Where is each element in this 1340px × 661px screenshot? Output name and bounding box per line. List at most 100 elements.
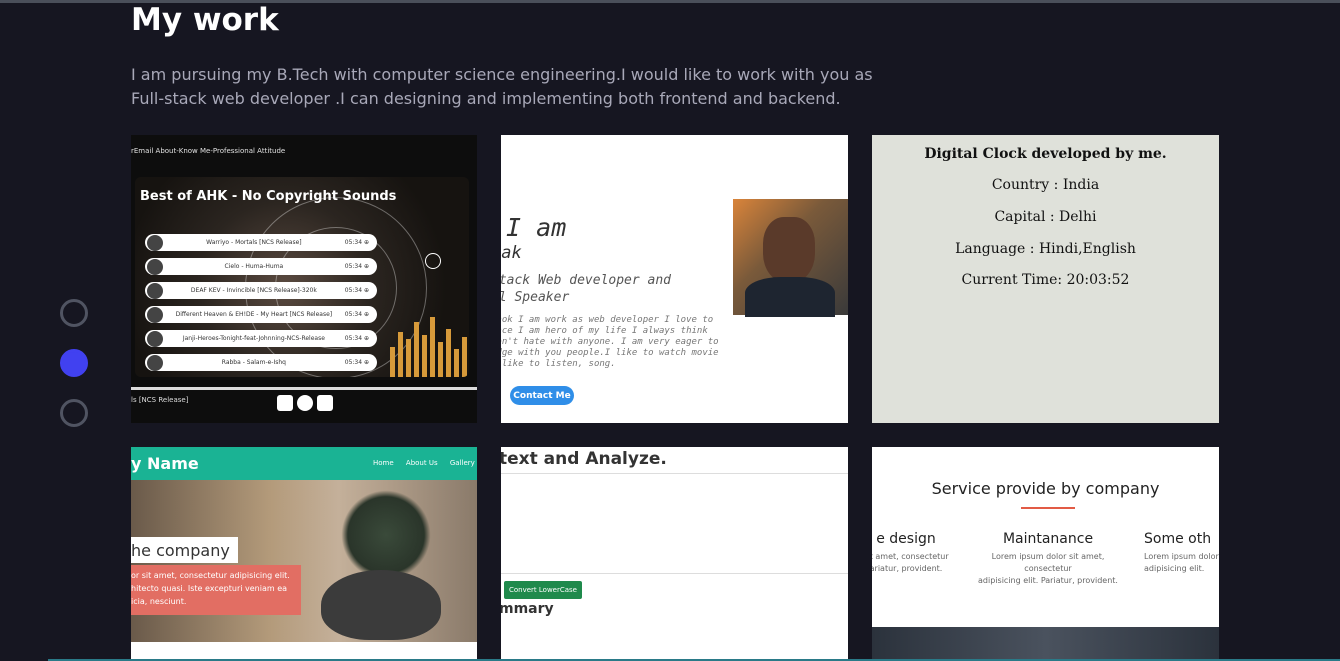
section-title: My work <box>131 2 279 38</box>
menu-item-about[interactable]: About Us <box>406 459 438 467</box>
track-time: 05:34 ⊕ <box>344 359 369 366</box>
section-description: I am pursuing my B.Tech with computer sc… <box>131 63 891 111</box>
previous-icon[interactable] <box>277 395 293 411</box>
company-menu: Home About Us Gallery <box>373 459 477 467</box>
track-item[interactable]: Different Heaven & EH!DE - My Heart [NCS… <box>145 306 377 323</box>
intro-line: icia, nesciunt. <box>131 597 187 606</box>
summary-heading: mmary <box>501 601 554 617</box>
project-card-text-analyzer[interactable]: text and Analyze. Convert LowerCase mmar… <box>501 447 848 661</box>
project-card-portfolio[interactable]: ,I am hak stack Web developer and al Spe… <box>501 135 848 423</box>
carousel-dot-1[interactable] <box>60 299 88 327</box>
music-player-panel: Best of AHK - No Copyright Sounds Warriy… <box>135 177 469 377</box>
track-time: 05:34 ⊕ <box>344 287 369 294</box>
service-title: Some oth <box>1144 531 1212 547</box>
photo-body <box>745 277 835 317</box>
contact-me-button[interactable]: Contact Me <box>510 386 574 405</box>
equalizer-graphic <box>390 307 469 377</box>
track-time: 05:34 ⊕ <box>344 335 369 342</box>
next-icon[interactable] <box>317 395 333 411</box>
track-name: Rabba - Salam-e-Ishq <box>221 359 286 366</box>
track-avatar <box>147 258 163 275</box>
track-item[interactable]: Warriyo - Mortals [NCS Release] 05:34 ⊕ <box>145 234 377 251</box>
play-icon[interactable] <box>297 395 313 411</box>
clock-capital: Capital : Delhi <box>994 209 1097 225</box>
project-nav: rEmail About-Know Me-Professional Attitu… <box>131 147 286 155</box>
clock-country: Country : India <box>991 177 1100 193</box>
analyzer-heading: text and Analyze. <box>501 449 667 469</box>
company-header: y Name Home About Us Gallery <box>131 447 477 480</box>
player-controls <box>277 395 333 411</box>
track-avatar <box>147 234 163 251</box>
track-time: 05:34 ⊕ <box>344 263 369 270</box>
clock-language: Language : Hindi,English <box>955 241 1136 257</box>
para-line: thok I am work as web developer I love t… <box>501 315 714 325</box>
track-item[interactable]: Janji-Heroes-Tonight-feat-Johnning-NCS-R… <box>145 330 377 347</box>
photo-face <box>763 217 815 283</box>
description-line: Full-stack web developer .I can designin… <box>131 89 841 108</box>
menu-item-gallery[interactable]: Gallery <box>450 459 475 467</box>
portfolio-name: hak <box>501 243 522 263</box>
portfolio-role: stack Web developer and al Speaker <box>501 272 691 306</box>
company-brand: y Name <box>131 454 199 473</box>
desc-line: Lorem ipsum dolor <box>1144 552 1219 561</box>
company-intro-box: or sit amet, consectetur adipisicing eli… <box>131 565 301 615</box>
convert-lowercase-button[interactable]: Convert LowerCase <box>504 581 582 599</box>
decor-ring <box>425 253 441 269</box>
carousel-dot-3[interactable] <box>60 399 88 427</box>
company-tagline: he company <box>131 537 238 563</box>
track-avatar <box>147 354 163 371</box>
portfolio-paragraph: thok I am work as web developer I love t… <box>501 315 723 370</box>
service-desc: Lorem ipsum dolor adipisicing elit. <box>1144 551 1219 575</box>
track-time: 05:34 ⊕ <box>344 311 369 318</box>
clock-title: Digital Clock developed by me. <box>924 146 1167 162</box>
track-name: DEAF KEV - Invincible [NCS Release]-320k <box>190 287 317 294</box>
project-card-music-player[interactable]: rEmail About-Know Me-Professional Attitu… <box>131 135 477 423</box>
heading-underline <box>1021 507 1075 509</box>
carousel-dot-2[interactable] <box>60 349 88 377</box>
project-card-digital-clock[interactable]: Digital Clock developed by me. Country :… <box>872 135 1219 423</box>
service-desc: Lorem ipsum dolor sit amet, consectetur … <box>968 551 1128 587</box>
role-line: al Speaker <box>501 290 570 305</box>
services-heading: Service provide by company <box>931 479 1160 498</box>
service-column: Maintanance Lorem ipsum dolor sit amet, … <box>968 531 1128 587</box>
track-item[interactable]: Cielo - Huma-Huma 05:34 ⊕ <box>145 258 377 275</box>
track-name: Cielo - Huma-Huma <box>224 263 284 270</box>
para-line: don't hate with anyone. I am very eager … <box>501 337 719 347</box>
track-avatar <box>147 282 163 299</box>
menu-item-home[interactable]: Home <box>373 459 394 467</box>
track-item[interactable]: DEAF KEV - Invincible [NCS Release]-320k… <box>145 282 377 299</box>
project-card-services[interactable]: Service provide by company e design sit … <box>872 447 1219 661</box>
desc-line: adipisicing elit. <box>1144 564 1205 573</box>
intro-line: or sit amet, consectetur adipisicing eli… <box>131 571 290 580</box>
track-name: Warriyo - Mortals [NCS Release] <box>206 239 302 246</box>
now-playing-label: ls [NCS Release] <box>131 396 189 404</box>
track-time: 05:34 ⊕ <box>344 239 369 246</box>
para-line: lace I am hero of my life I always think <box>501 326 708 336</box>
intro-line: hitecto quasi. Iste excepturi veniam ea <box>131 584 288 593</box>
track-name: Janji-Heroes-Tonight-feat-Johnning-NCS-R… <box>182 335 325 342</box>
divider <box>501 473 848 474</box>
pot-graphic <box>321 570 441 640</box>
track-avatar <box>147 306 163 323</box>
track-name: Different Heaven & EH!DE - My Heart [NCS… <box>175 311 333 318</box>
divider <box>501 573 848 574</box>
para-line: edge with you people.I like to watch mov… <box>501 348 719 358</box>
service-column: Some oth Lorem ipsum dolor adipisicing e… <box>1144 531 1219 575</box>
portfolio-greeting: ,I am <box>501 213 567 242</box>
profile-photo <box>733 199 848 317</box>
service-title: Maintanance <box>1002 531 1094 547</box>
project-card-company-site[interactable]: y Name Home About Us Gallery he company … <box>131 447 477 661</box>
para-line: I like to listen, song. <box>501 359 616 369</box>
desc-line: Lorem ipsum dolor sit amet, consectetur <box>991 552 1105 573</box>
carousel-dots <box>60 299 88 449</box>
clock-time: Current Time: 20:03:52 <box>961 272 1130 288</box>
desc-line: adipisicing elit. Pariatur, provident. <box>978 576 1118 585</box>
progress-bar[interactable] <box>131 387 477 390</box>
track-item[interactable]: Rabba - Salam-e-Ishq 05:34 ⊕ <box>145 354 377 371</box>
plant-graphic <box>341 490 431 580</box>
role-line: stack Web developer and <box>501 273 672 288</box>
services-footer-image <box>872 627 1219 661</box>
playlist-title: Best of AHK - No Copyright Sounds <box>140 189 397 204</box>
description-line: I am pursuing my B.Tech with computer sc… <box>131 65 873 84</box>
track-avatar <box>147 330 163 347</box>
